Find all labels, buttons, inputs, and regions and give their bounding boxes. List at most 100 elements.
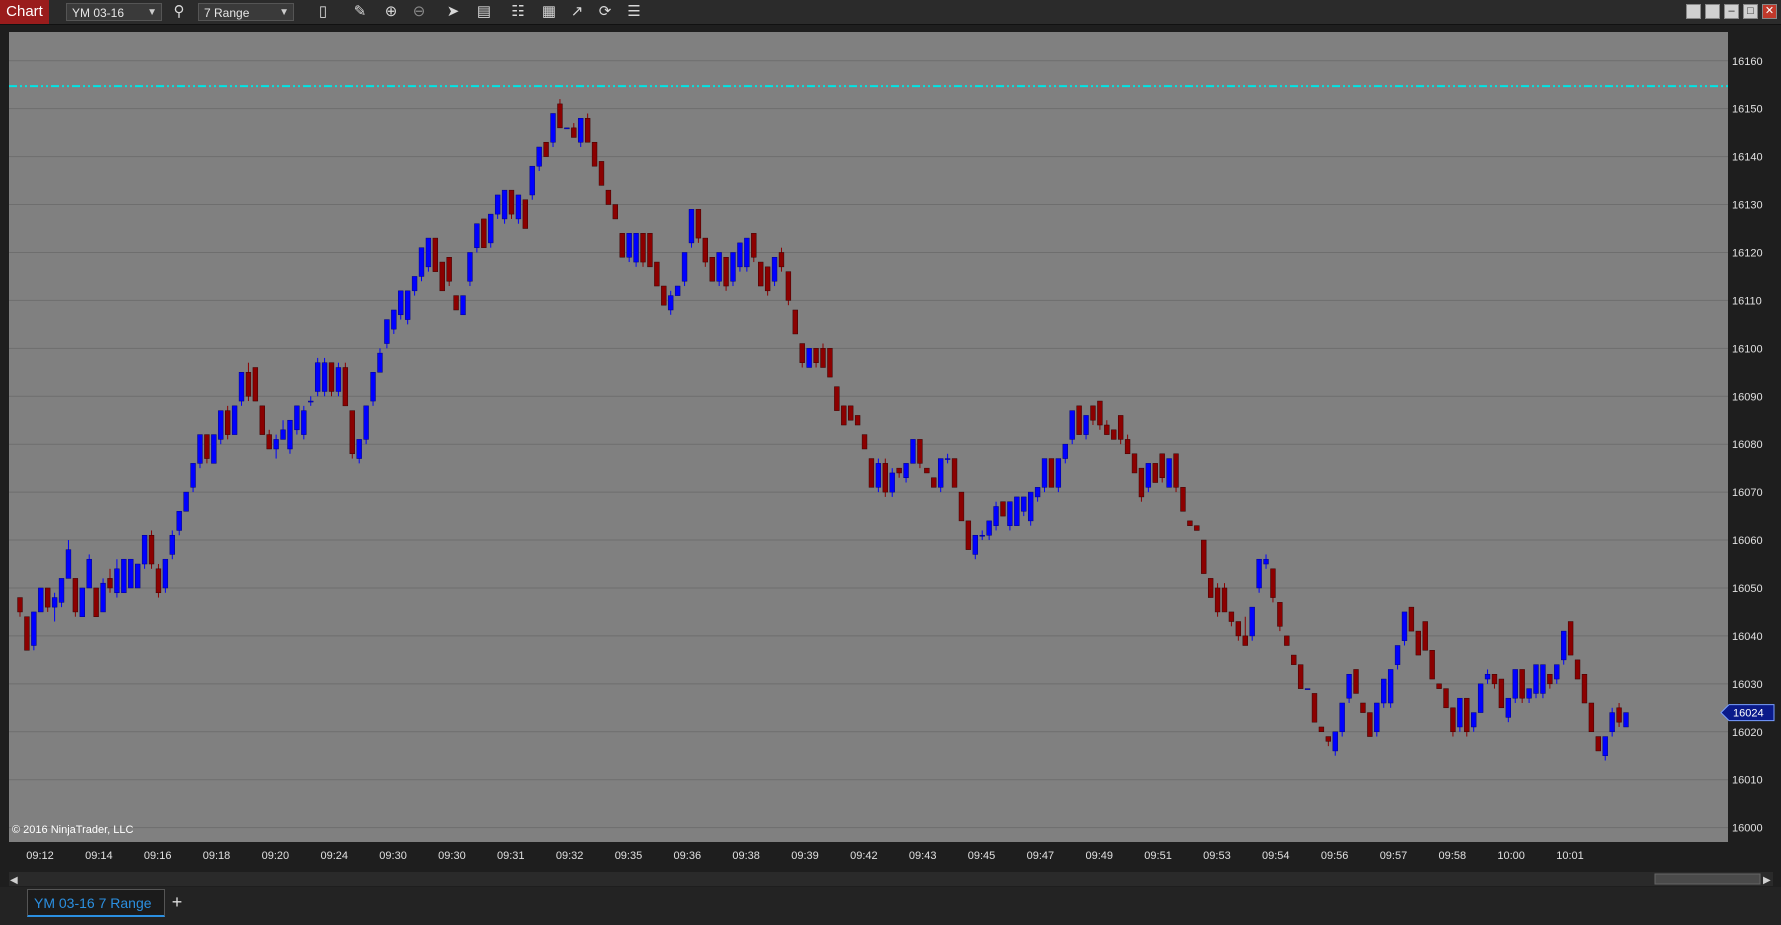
scrollbar-thumb[interactable] bbox=[1654, 873, 1761, 885]
candle-body bbox=[1207, 578, 1214, 598]
chevron-down-icon: ▼ bbox=[147, 7, 157, 18]
candle-body bbox=[882, 463, 888, 493]
candle-body bbox=[1367, 712, 1373, 737]
y-tick-label: 16110 bbox=[1732, 295, 1762, 307]
minimize-icon[interactable]: – bbox=[1724, 4, 1739, 19]
candle-body bbox=[1117, 415, 1124, 440]
bars-style-icon[interactable]: ▯ bbox=[313, 2, 333, 22]
candle-body bbox=[197, 434, 203, 464]
candle-body bbox=[1201, 539, 1207, 574]
x-tick-label: 10:00 bbox=[1497, 850, 1525, 862]
reload-icon[interactable]: ⟳ bbox=[595, 2, 615, 22]
candle-body bbox=[1104, 424, 1110, 435]
candle-body bbox=[1567, 621, 1574, 656]
scroll-right-icon[interactable]: ▶ bbox=[1763, 875, 1771, 886]
candle-body bbox=[938, 458, 944, 488]
candle-body bbox=[1609, 712, 1615, 733]
candle-body bbox=[86, 558, 92, 589]
candle-body bbox=[1297, 664, 1304, 689]
candle-body bbox=[626, 233, 632, 258]
candle-body bbox=[1007, 501, 1013, 526]
candle-body bbox=[314, 362, 321, 392]
candle-body bbox=[806, 348, 812, 368]
candle-body bbox=[155, 568, 162, 594]
candle-body bbox=[1062, 443, 1068, 459]
x-tick-label: 09:45 bbox=[968, 850, 996, 862]
candle-body bbox=[681, 252, 688, 282]
candle-body bbox=[647, 233, 653, 268]
bar-type-selector[interactable]: 7 Range ▼ bbox=[198, 3, 294, 21]
candle-body bbox=[1311, 693, 1318, 723]
candle-body bbox=[508, 189, 515, 215]
candle-body bbox=[529, 165, 535, 196]
candle-body bbox=[1173, 453, 1179, 488]
y-tick-label: 16140 bbox=[1732, 152, 1763, 164]
candle-body bbox=[1027, 491, 1034, 522]
candle-body bbox=[889, 472, 895, 493]
candle-body bbox=[384, 319, 390, 344]
data-box-icon[interactable]: ▤ bbox=[474, 2, 494, 22]
x-tick-label: 09:30 bbox=[438, 850, 466, 862]
candle-body bbox=[488, 213, 494, 244]
x-tick-label: 09:58 bbox=[1439, 850, 1467, 862]
candle-body bbox=[564, 127, 570, 130]
candle-body bbox=[1069, 410, 1075, 440]
search-icon[interactable]: ⚲ bbox=[169, 2, 189, 22]
candle-body bbox=[93, 587, 99, 617]
add-tab-button[interactable]: + bbox=[167, 889, 187, 917]
candle-body bbox=[349, 410, 355, 455]
candle-body bbox=[190, 463, 196, 488]
y-tick-label: 16090 bbox=[1732, 391, 1763, 403]
candle-body bbox=[474, 223, 480, 248]
candle-body bbox=[72, 578, 79, 613]
candle-body bbox=[1554, 664, 1560, 680]
candle-body bbox=[758, 261, 764, 287]
maximize-icon[interactable]: □ bbox=[1743, 4, 1758, 19]
chart-panel[interactable]: 16160 16150 16140 16130 16120 16110 16100 16090… bbox=[0, 25, 1781, 887]
candle-body bbox=[1221, 587, 1228, 613]
candle-body bbox=[51, 597, 58, 608]
candle-body bbox=[377, 352, 383, 373]
instrument-selector[interactable]: YM 03-16 ▼ bbox=[66, 3, 162, 21]
candle-body bbox=[418, 247, 425, 277]
tab-ym-03-16-7-range[interactable]: YM 03-16 7 Range bbox=[27, 889, 165, 917]
pencil-icon[interactable]: ✎ bbox=[350, 2, 370, 22]
candle-body bbox=[1152, 463, 1158, 483]
y-tick-label: 16120 bbox=[1732, 247, 1763, 259]
candle-body bbox=[591, 141, 598, 167]
candle-body bbox=[432, 237, 439, 272]
candle-body bbox=[737, 242, 743, 268]
tile-icon[interactable] bbox=[1686, 4, 1701, 19]
candle-body bbox=[308, 400, 314, 403]
strategies-icon[interactable]: ▦ bbox=[539, 2, 559, 22]
candle-body bbox=[58, 578, 65, 603]
properties-icon[interactable]: ☰ bbox=[624, 2, 644, 22]
x-tick-label: 09:12 bbox=[26, 850, 54, 862]
candle-body bbox=[861, 434, 868, 450]
restore-icon[interactable] bbox=[1705, 4, 1720, 19]
candle-body bbox=[1401, 611, 1408, 641]
zoom-in-icon[interactable]: ⊕ bbox=[381, 2, 401, 22]
candle-body bbox=[958, 491, 965, 522]
candle-body bbox=[128, 558, 134, 589]
y-tick-label: 16000 bbox=[1732, 823, 1763, 835]
scroll-left-icon[interactable]: ◀ bbox=[10, 875, 18, 886]
candle-body bbox=[453, 295, 459, 311]
candle-body bbox=[370, 372, 376, 402]
candle-body bbox=[1346, 673, 1352, 699]
candle-body bbox=[1374, 702, 1380, 733]
indicators-icon[interactable]: ☷ bbox=[508, 2, 528, 22]
close-icon[interactable]: ✕ bbox=[1762, 4, 1777, 19]
price-chart[interactable]: 16160 16150 16140 16130 16120 16110 16100 16090… bbox=[0, 25, 1781, 887]
horizontal-scrollbar[interactable] bbox=[9, 872, 1773, 886]
candle-body bbox=[1394, 645, 1401, 665]
drawing-tools-icon[interactable]: ↗ bbox=[567, 2, 587, 22]
candle-body bbox=[1381, 678, 1387, 704]
candle-body bbox=[301, 410, 307, 435]
pointer-icon[interactable]: ➤ bbox=[443, 2, 463, 22]
zoom-out-icon[interactable]: ⊖ bbox=[409, 2, 429, 22]
candle-body bbox=[848, 405, 854, 421]
candle-body bbox=[1249, 606, 1255, 637]
candle-body bbox=[979, 535, 985, 537]
candle-body bbox=[169, 535, 175, 555]
